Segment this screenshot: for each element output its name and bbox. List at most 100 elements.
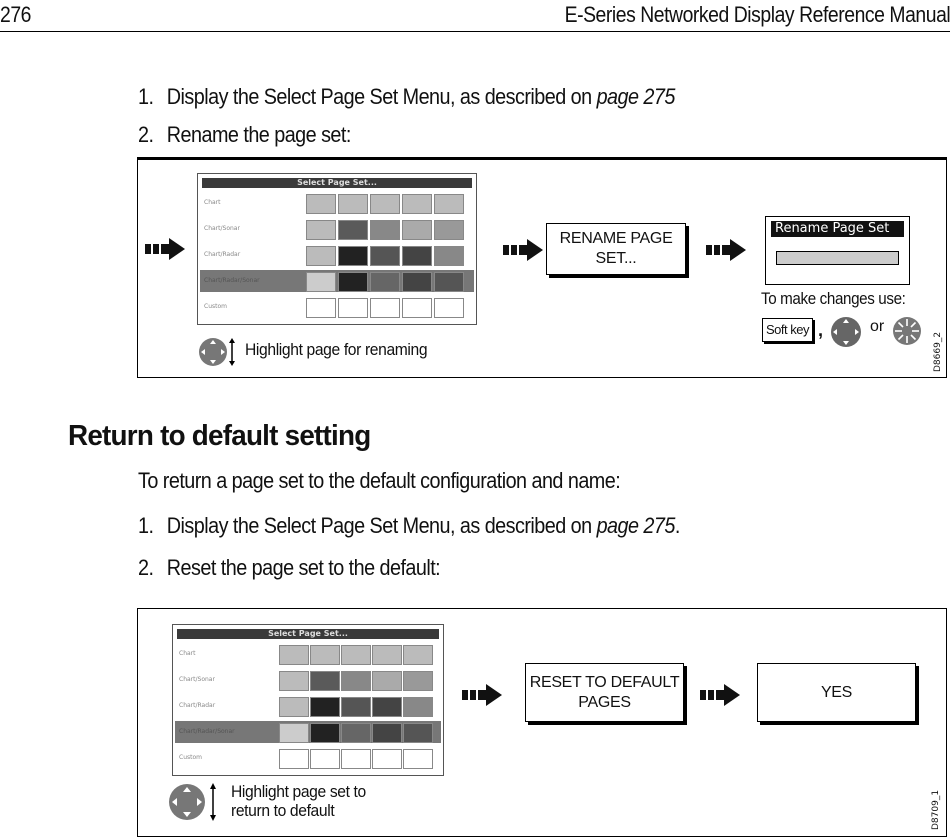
page-thumbnail — [310, 697, 340, 717]
trackpad-icon — [831, 317, 861, 347]
page-thumbnail — [341, 645, 371, 665]
screen-row-label: Chart/Radar — [179, 702, 216, 709]
screen-row-label: Chart — [204, 199, 221, 206]
screen-row-label: Chart/Radar — [204, 251, 241, 258]
flow-arrow-icon — [462, 684, 502, 706]
screen-row[interactable]: Custom — [200, 296, 474, 318]
screen-row[interactable]: Chart/Radar — [200, 244, 474, 266]
yes-button[interactable]: YES — [757, 663, 916, 722]
screen-row-label: Custom — [204, 303, 227, 310]
step-2: 2. Reset the page set to the default: — [138, 555, 441, 580]
flow-arrow-icon — [700, 684, 740, 706]
comma-text: , — [818, 320, 824, 340]
page-thumbnail — [403, 697, 433, 717]
page-thumbnail — [370, 220, 400, 240]
page-thumbnail — [306, 298, 336, 318]
screen-row-label: Chart/Radar/Sonar — [179, 728, 235, 735]
screen-row-label: Chart/Sonar — [204, 225, 240, 232]
page-thumbnail — [372, 723, 402, 743]
page-thumbnail — [402, 298, 432, 318]
figure-code: D8709_1 — [931, 789, 941, 830]
header-rule — [0, 31, 950, 32]
page-thumbnail — [403, 749, 433, 769]
page-thumbnail — [279, 697, 309, 717]
page-thumbnail — [370, 298, 400, 318]
page-thumbnail — [279, 671, 309, 691]
screen-title: Select Page Set... — [202, 178, 472, 188]
screen-row[interactable]: Chart — [175, 643, 441, 665]
trackpad-updown-icon — [169, 783, 216, 821]
step-1: 1. Display the Select Page Set Menu, as d… — [138, 84, 676, 109]
soft-key-icon: Soft key — [762, 318, 813, 342]
rename-caption: Highlight page for renaming — [245, 340, 428, 359]
page-thumbnail — [279, 749, 309, 769]
page-thumbnail — [372, 749, 402, 769]
page-thumbnail — [279, 723, 309, 743]
page-thumbnail — [402, 220, 432, 240]
page-thumbnail — [372, 671, 402, 691]
page-thumbnail — [306, 246, 336, 266]
page-thumbnail — [338, 194, 368, 214]
page-thumbnail — [306, 220, 336, 240]
page-thumbnail — [370, 272, 400, 292]
section-heading: Return to default setting — [68, 420, 371, 452]
screen-row[interactable]: Chart/Sonar — [200, 218, 474, 240]
changes-text: To make changes use: — [761, 290, 906, 308]
screen-row[interactable]: Chart/Radar/Sonar — [200, 270, 474, 292]
page-thumbnail — [403, 671, 433, 691]
page-thumbnail — [310, 723, 340, 743]
page-thumbnail — [434, 194, 464, 214]
page-thumbnail — [306, 194, 336, 214]
screen-row-label: Chart/Sonar — [179, 676, 215, 683]
figure-code: D8669_2 — [933, 331, 943, 372]
page-thumbnail — [434, 272, 464, 292]
select-page-set-screen: Select Page Set... Chart Chart/Sonar Chart… — [172, 624, 444, 776]
screen-row[interactable]: Chart/Radar/Sonar — [175, 721, 441, 743]
page-thumbnail — [341, 723, 371, 743]
rotary-knob-icon — [893, 317, 921, 345]
page-thumbnail — [338, 272, 368, 292]
page-thumbnail — [310, 671, 340, 691]
manual-title: E-Series Networked Display Reference Man… — [564, 2, 950, 27]
trackpad-updown-icon — [199, 338, 235, 366]
page-thumbnail — [341, 749, 371, 769]
page-thumbnail — [372, 697, 402, 717]
page-thumbnail — [402, 272, 432, 292]
flow-arrow-icon — [145, 238, 185, 260]
screen-row[interactable]: Chart — [200, 192, 474, 214]
page-link[interactable]: page 275 — [597, 513, 676, 538]
flow-arrow-icon — [503, 239, 543, 261]
page-link[interactable]: page 275 — [597, 84, 676, 109]
page-thumbnail — [372, 645, 402, 665]
page-number: 276 — [0, 2, 31, 27]
screen-row-label: Chart — [179, 650, 196, 657]
step-2: 2. Rename the page set: — [138, 122, 351, 147]
screen-row-label: Custom — [179, 754, 202, 761]
screen-row[interactable]: Chart/Sonar — [175, 669, 441, 691]
step-1: 1. Display the Select Page Set Menu, as d… — [138, 513, 680, 538]
page-thumbnail — [434, 220, 464, 240]
screen-row[interactable]: Custom — [175, 747, 441, 769]
page-thumbnail — [338, 246, 368, 266]
screen-row[interactable]: Chart/Radar — [175, 695, 441, 717]
rename-dialog: Rename Page Set — [765, 216, 910, 285]
reset-default-pages-button[interactable]: RESET TO DEFAULT PAGES — [525, 663, 684, 722]
page-thumbnail — [310, 645, 340, 665]
flow-arrow-icon — [706, 239, 746, 261]
screen-title: Select Page Set... — [177, 629, 439, 639]
intro-text: To return a page set to the default conf… — [138, 468, 621, 493]
rename-dialog-title: Rename Page Set — [771, 221, 904, 237]
page-thumbnail — [402, 246, 432, 266]
reset-caption: Highlight page set to return to default — [231, 782, 366, 820]
rename-input[interactable] — [776, 251, 899, 265]
page-thumbnail — [403, 645, 433, 665]
page-thumbnail — [306, 272, 336, 292]
page-thumbnail — [341, 697, 371, 717]
rename-page-set-button[interactable]: RENAME PAGE SET... — [546, 223, 686, 275]
page-thumbnail — [434, 298, 464, 318]
or-text: or — [870, 318, 885, 335]
page-thumbnail — [338, 298, 368, 318]
screen-row-label: Chart/Radar/Sonar — [204, 277, 260, 284]
page-thumbnail — [279, 645, 309, 665]
page-thumbnail — [338, 220, 368, 240]
